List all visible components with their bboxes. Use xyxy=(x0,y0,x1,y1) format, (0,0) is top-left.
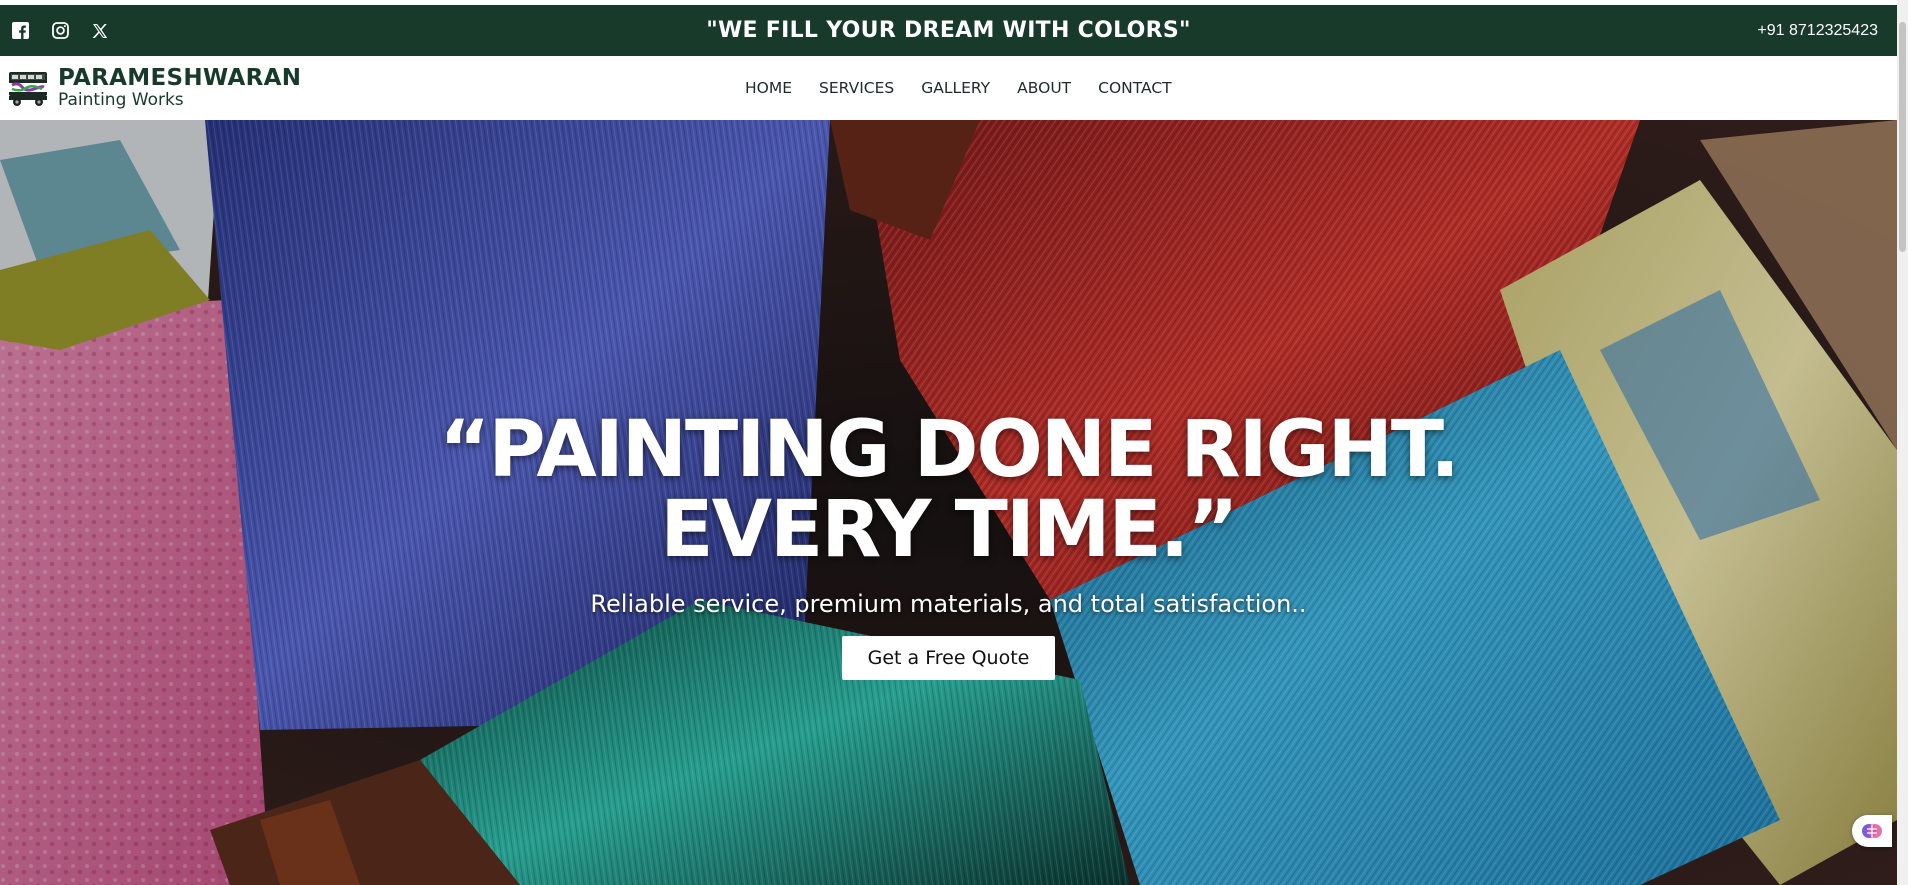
hero-headline-line-1: “PAINTING DONE RIGHT. xyxy=(439,405,1460,495)
hero-subtitle: Reliable service, premium materials, and… xyxy=(590,590,1307,618)
hero-section: “PAINTING DONE RIGHT. EVERY TIME.” Relia… xyxy=(0,120,1897,885)
brand-title: PARAMESHWARAN xyxy=(58,65,302,91)
top-announcement-bar: "WE FILL YOUR DREAM WITH COLORS" +91 871… xyxy=(0,5,1897,56)
brand-subtitle: Painting Works xyxy=(58,90,184,111)
brand[interactable]: PARAMESHWARAN Painting Works xyxy=(0,66,301,110)
hero-content: “PAINTING DONE RIGHT. EVERY TIME.” Relia… xyxy=(0,410,1897,680)
get-free-quote-button[interactable]: Get a Free Quote xyxy=(841,636,1056,680)
nav-item-about[interactable]: ABOUT xyxy=(1017,79,1071,97)
main-navbar: PARAMESHWARAN Painting Works HOME SERVIC… xyxy=(0,56,1897,120)
page-scrollbar[interactable] xyxy=(1897,0,1908,885)
scrollbar-thumb[interactable] xyxy=(1899,22,1906,252)
tagline: "WE FILL YOUR DREAM WITH COLORS" xyxy=(706,18,1191,43)
nav-menu: HOME SERVICES GALLERY ABOUT CONTACT xyxy=(745,56,1172,120)
nav-item-home[interactable]: HOME xyxy=(745,79,792,97)
nav-item-contact[interactable]: CONTACT xyxy=(1098,79,1172,97)
brain-icon xyxy=(1862,824,1882,838)
nav-item-gallery[interactable]: GALLERY xyxy=(921,79,990,97)
brand-text: PARAMESHWARAN Painting Works xyxy=(58,66,301,110)
hero-headline: “PAINTING DONE RIGHT. EVERY TIME.” xyxy=(0,410,1897,570)
floating-chat-widget[interactable] xyxy=(1852,815,1892,847)
nav-item-services[interactable]: SERVICES xyxy=(819,79,894,97)
hero-headline-line-2: EVERY TIME.” xyxy=(660,485,1238,575)
phone-number[interactable]: +91 8712325423 xyxy=(1757,22,1878,40)
painting-truck-logo-icon xyxy=(6,66,50,110)
